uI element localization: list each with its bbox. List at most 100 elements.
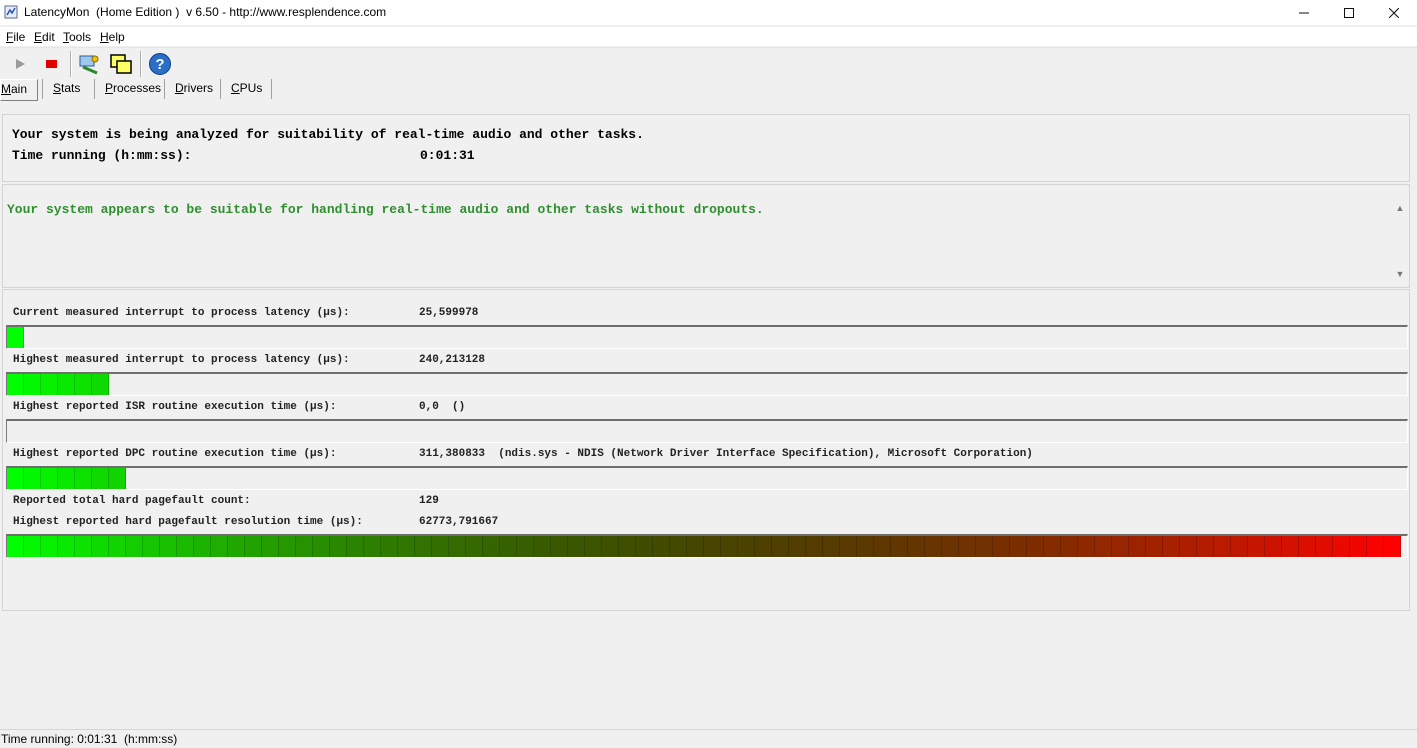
metric-value: 240,213128 <box>419 354 486 366</box>
metric-label: Current measured interrupt to process la… <box>13 307 350 319</box>
bar-segment <box>415 536 432 557</box>
bar-segment <box>721 536 738 557</box>
bar-segment <box>7 374 24 395</box>
bar-segment <box>568 536 585 557</box>
tab-strip: Main Stats Processes Drivers CPUs <box>0 79 1417 101</box>
bar-segment <box>177 536 194 557</box>
bar-segment <box>109 536 126 557</box>
bar-segment <box>959 536 976 557</box>
bar-segment <box>1044 536 1061 557</box>
menu-help[interactable]: Help <box>100 30 125 44</box>
pagefault-time-bar <box>6 534 1408 558</box>
close-icon <box>1389 7 1399 18</box>
bar-segment <box>636 536 653 557</box>
time-running-value: 0:01:31 <box>420 148 475 163</box>
bar-segment <box>347 536 364 557</box>
menu-tools[interactable]: Tools <box>63 30 91 44</box>
scroll-up-arrow-icon[interactable]: ▲ <box>1393 203 1407 217</box>
bar-segment <box>262 536 279 557</box>
bar-segment <box>670 536 687 557</box>
bar-segment <box>602 536 619 557</box>
bar-segment <box>1112 536 1129 557</box>
latencymon-app-icon <box>4 5 18 19</box>
bar-segment <box>1282 536 1299 557</box>
bar-segment <box>687 536 704 557</box>
bar-segment <box>942 536 959 557</box>
close-button[interactable] <box>1371 0 1417 25</box>
bar-segment <box>1197 536 1214 557</box>
bar-segment <box>381 536 398 557</box>
bar-segment <box>1129 536 1146 557</box>
tab-cpus[interactable]: CPUs <box>231 79 262 99</box>
bar-segment <box>143 536 160 557</box>
bar-segment <box>194 536 211 557</box>
tab-main[interactable]: Main <box>0 79 38 101</box>
bar-segment <box>1333 536 1350 557</box>
bar-segment <box>704 536 721 557</box>
bar-segment <box>619 536 636 557</box>
analysis-status-text: Your system is being analyzed for suitab… <box>12 127 644 142</box>
bar-segment <box>126 536 143 557</box>
bar-segment <box>92 374 109 395</box>
bar-segment <box>24 536 41 557</box>
summary-panel: Your system is being analyzed for suitab… <box>2 114 1410 182</box>
metric-value: 311,380833 (ndis.sys - NDIS (Network Dri… <box>419 448 1033 460</box>
bar-segment <box>449 536 466 557</box>
tab-processes[interactable]: Processes <box>105 79 161 99</box>
bar-segment <box>1061 536 1078 557</box>
verdict-text: Your system appears to be suitable for h… <box>7 202 764 217</box>
metric-label: Highest measured interrupt to process la… <box>13 354 350 366</box>
bar-segment <box>24 374 41 395</box>
bar-segment <box>75 374 92 395</box>
minimize-button[interactable] <box>1281 0 1327 25</box>
stop-button[interactable] <box>38 52 64 76</box>
current-latency-bar <box>6 325 1408 349</box>
bar-segment <box>1095 536 1112 557</box>
bar-segment <box>160 536 177 557</box>
bar-segment <box>92 468 109 489</box>
status-text: Time running: 0:01:31 (h:mm:ss) <box>1 732 178 746</box>
bar-segment <box>24 468 41 489</box>
bar-segment <box>364 536 381 557</box>
help-icon: ? <box>149 53 171 75</box>
scroll-down-arrow-icon[interactable]: ▼ <box>1393 269 1407 283</box>
bar-segment <box>1248 536 1265 557</box>
windows-button[interactable] <box>108 52 134 76</box>
metrics-panel: Current measured interrupt to process la… <box>2 289 1410 611</box>
bar-segment <box>7 468 24 489</box>
bar-segment <box>313 536 330 557</box>
menu-edit[interactable]: Edit <box>34 30 55 44</box>
bar-segment <box>41 468 58 489</box>
analyze-button[interactable] <box>76 52 102 76</box>
bar-segment <box>58 536 75 557</box>
bar-segment <box>534 536 551 557</box>
tab-separator <box>220 79 221 99</box>
play-icon <box>16 59 25 69</box>
help-button[interactable]: ? <box>147 52 173 76</box>
bar-segment <box>228 536 245 557</box>
minimize-icon <box>1299 12 1309 13</box>
verdict-panel[interactable]: Your system appears to be suitable for h… <box>2 184 1410 288</box>
bar-segment <box>75 536 92 557</box>
bar-segment <box>823 536 840 557</box>
bar-segment <box>1163 536 1180 557</box>
tab-drivers[interactable]: Drivers <box>175 79 213 99</box>
svg-text:?: ? <box>155 56 164 73</box>
dpc-time-bar <box>6 466 1408 490</box>
bar-segment <box>432 536 449 557</box>
bar-segment <box>1078 536 1095 557</box>
bar-segment <box>483 536 500 557</box>
tab-stats[interactable]: Stats <box>53 79 80 99</box>
bar-segment <box>1214 536 1231 557</box>
toolbar-separator <box>70 51 72 77</box>
bar-segment <box>653 536 670 557</box>
bar-segment <box>772 536 789 557</box>
start-button[interactable] <box>7 52 33 76</box>
menu-file[interactable]: File <box>6 30 25 44</box>
bar-segment <box>840 536 857 557</box>
bar-segment <box>551 536 568 557</box>
metric-value: 62773,791667 <box>419 516 499 528</box>
bar-segment <box>874 536 891 557</box>
bar-segment <box>500 536 517 557</box>
maximize-button[interactable] <box>1326 0 1372 25</box>
